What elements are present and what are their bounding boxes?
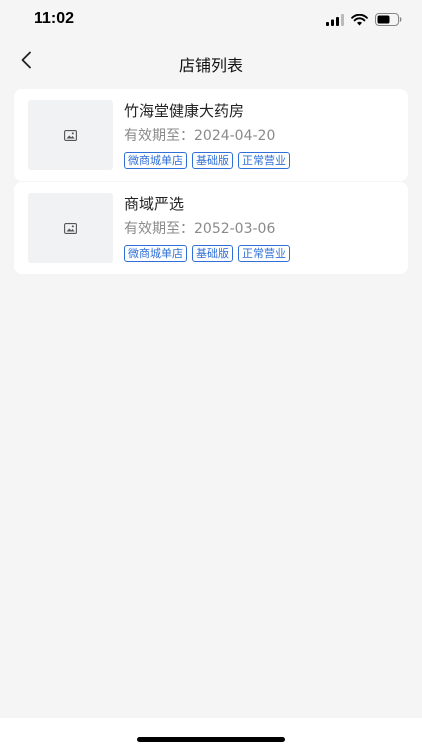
store-expiry: 有效期至：2052-03-06 — [124, 221, 276, 237]
home-indicator[interactable] — [137, 737, 285, 742]
tag-store-type: 微商城单店 — [124, 152, 187, 169]
store-tags: 微商城单店 基础版 正常营业 — [124, 245, 290, 262]
store-list: 竹海堂健康大药房 有效期至：2024-04-20 微商城单店 基础版 正常营业 … — [14, 89, 408, 274]
tag-edition: 基础版 — [192, 245, 233, 262]
store-tags: 微商城单店 基础版 正常营业 — [124, 152, 290, 169]
tag-edition: 基础版 — [192, 152, 233, 169]
image-placeholder-icon — [64, 126, 77, 145]
home-indicator-area — [0, 718, 422, 750]
wifi-icon — [351, 11, 368, 30]
tag-status: 正常营业 — [238, 152, 290, 169]
nav-bar: 店铺列表 — [0, 44, 422, 80]
page-title: 店铺列表 — [178, 56, 243, 75]
store-card[interactable]: 竹海堂健康大药房 有效期至：2024-04-20 微商城单店 基础版 正常营业 — [14, 89, 408, 181]
tag-status: 正常营业 — [238, 245, 290, 262]
store-expiry: 有效期至：2024-04-20 — [124, 128, 276, 144]
store-thumbnail — [28, 193, 113, 263]
tag-store-type: 微商城单店 — [124, 245, 187, 262]
image-placeholder-icon — [64, 219, 77, 238]
store-name: 竹海堂健康大药房 — [124, 102, 245, 120]
store-thumbnail — [28, 100, 113, 170]
battery-icon — [375, 11, 402, 30]
status-time: 11:02 — [34, 10, 75, 27]
store-card[interactable]: 商域严选 有效期至：2052-03-06 微商城单店 基础版 正常营业 — [14, 182, 408, 274]
status-icons — [326, 11, 402, 30]
store-name: 商域严选 — [124, 195, 185, 213]
signal-icon — [326, 11, 344, 30]
status-bar: 11:02 — [0, 0, 422, 44]
